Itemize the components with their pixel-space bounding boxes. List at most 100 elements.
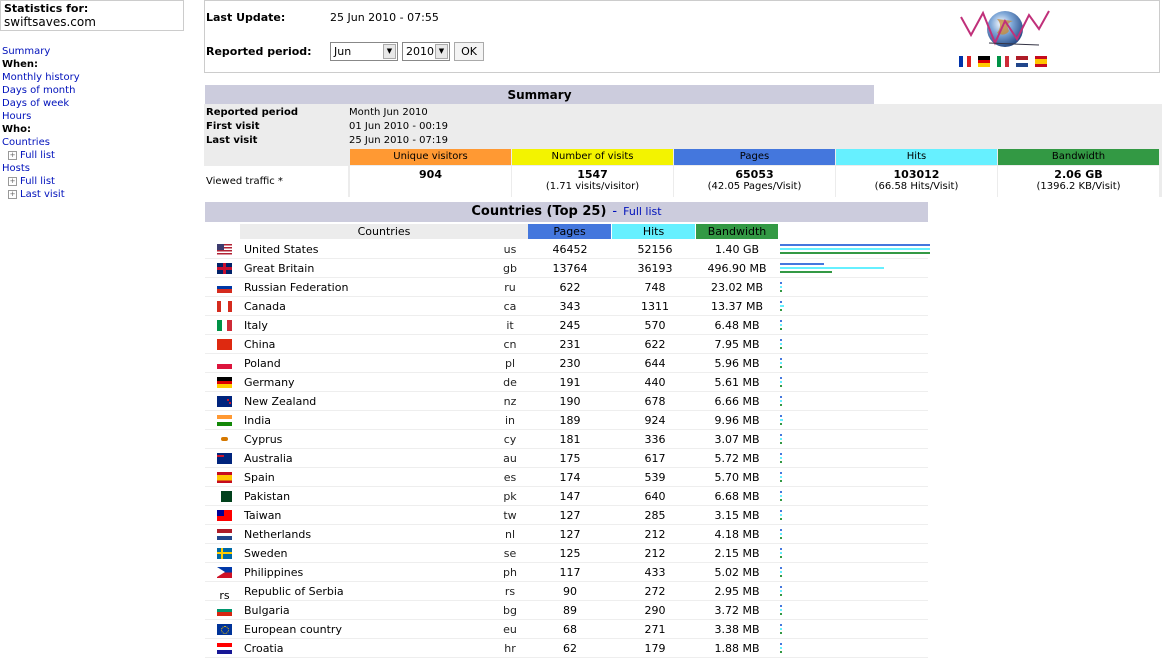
pages-value: 62: [563, 642, 577, 655]
month-select-value: Jun: [334, 45, 352, 58]
country-code: nz: [503, 395, 517, 408]
menu-link-hours[interactable]: Hours: [2, 110, 31, 123]
reported-period-row-value: Month Jun 2010: [349, 107, 428, 118]
chevron-down-icon: ▼: [435, 44, 448, 59]
pages-bar: [780, 339, 782, 341]
bandwidth-value: 5.61 MB: [714, 376, 760, 389]
es-flag-icon[interactable]: [1035, 56, 1047, 67]
summary-value-number-of-visits: 1547 (1.71 visits/visitor): [512, 166, 673, 197]
pages-bar: [780, 263, 824, 265]
menu-link-hosts[interactable]: Hosts: [2, 162, 30, 175]
year-select-value: 2010: [406, 45, 434, 58]
pages-bar: [780, 320, 782, 322]
pages-bar: [780, 472, 782, 474]
gb-flag-icon: [217, 263, 232, 274]
bandwidth-value: 5.96 MB: [714, 357, 760, 370]
hits-value: 678: [644, 395, 666, 408]
summary-value-unique-visitors: 904: [350, 166, 511, 197]
summary-ratio: (1396.2 KB/Visit): [1036, 181, 1121, 192]
pages-value: 90: [563, 585, 577, 598]
country-name: Spain: [244, 471, 275, 484]
summary-ratio: (42.05 Pages/Visit): [707, 181, 802, 192]
ok-button[interactable]: OK: [454, 42, 484, 61]
it-flag-icon[interactable]: [997, 56, 1009, 67]
pages-bar: [780, 548, 782, 550]
country-bar-group: [780, 412, 930, 429]
hits-value: 272: [644, 585, 666, 598]
site-name: swiftsaves.com: [4, 15, 96, 29]
de-flag-icon: [217, 377, 232, 388]
hits-value: 52156: [637, 243, 673, 256]
ph-flag-icon: [217, 567, 232, 578]
menu-link-full-list[interactable]: + Full list: [8, 175, 55, 188]
bandwidth-bar: [780, 461, 782, 463]
bandwidth-value: 3.15 MB: [714, 509, 760, 522]
pages-value: 189: [559, 414, 581, 427]
pages-bar: [780, 244, 930, 246]
menu-link-last-visit[interactable]: + Last visit: [8, 188, 65, 201]
summary-value-bandwidth: 2.06 GB (1396.2 KB/Visit): [998, 166, 1159, 197]
country-code: ph: [503, 566, 517, 579]
year-select[interactable]: 2010 ▼: [402, 42, 450, 61]
nl-flag-icon[interactable]: [1016, 56, 1028, 67]
hits-bar: [780, 400, 782, 402]
fr-flag-icon[interactable]: [959, 56, 971, 67]
country-name: Netherlands: [244, 528, 312, 541]
first-visit-row: First visit 01 Jun 2010 - 00:19: [206, 120, 448, 133]
country-bar-group: [780, 355, 930, 372]
de-flag-icon[interactable]: [978, 56, 990, 67]
bandwidth-value: 3.38 MB: [714, 623, 760, 636]
bandwidth-bar: [780, 404, 782, 406]
hits-bar: [780, 419, 783, 421]
country-name: Russian Federation: [244, 281, 349, 294]
bandwidth-bar: [780, 252, 930, 254]
last-visit-value: 25 Jun 2010 - 07:19: [349, 135, 448, 146]
bandwidth-bar: [780, 613, 782, 615]
month-select[interactable]: Jun ▼: [330, 42, 398, 61]
country-bar-group: [780, 260, 930, 277]
summary-ratio: (66.58 Hits/Visit): [874, 181, 959, 192]
menu-item-label: Monthly history: [2, 72, 80, 83]
hits-value: 212: [644, 528, 666, 541]
hits-bar: [780, 248, 930, 250]
country-code: bg: [503, 604, 517, 617]
hits-value: 1311: [641, 300, 669, 313]
countries-full-list-link[interactable]: Full list: [623, 205, 661, 218]
menu-link-days-of-week[interactable]: Days of week: [2, 97, 69, 110]
pages-value: 125: [559, 547, 581, 560]
menu-link-full-list[interactable]: + Full list: [8, 149, 55, 162]
bandwidth-col-header: Bandwidth: [696, 224, 778, 239]
menu-link-monthly-history[interactable]: Monthly history: [2, 71, 80, 84]
pages-bar: [780, 624, 782, 626]
ru-flag-icon: [217, 282, 232, 293]
bandwidth-bar: [780, 518, 782, 520]
country-code: it: [506, 319, 514, 332]
countries-title: Countries (Top 25): [471, 204, 607, 219]
eu-flag-icon: [217, 624, 232, 635]
table-row: Great Britain gb 13764 36193 496.90 MB: [205, 259, 928, 278]
bandwidth-bar: [780, 537, 782, 539]
bandwidth-value: 13.37 MB: [710, 300, 764, 313]
hits-value: 644: [644, 357, 666, 370]
in-flag-icon: [217, 415, 232, 426]
countries-col-header: Countries: [240, 224, 528, 239]
pages-bar: [780, 567, 782, 569]
menu-link-days-of-month[interactable]: Days of month: [2, 84, 75, 97]
pages-bar: [780, 605, 782, 607]
pages-bar: [780, 396, 782, 398]
nz-flag-icon: [217, 396, 232, 407]
menu-link-summary[interactable]: Summary: [2, 45, 50, 58]
country-code: cy: [503, 433, 517, 446]
bandwidth-value: 6.48 MB: [714, 319, 760, 332]
table-row: Taiwan tw 127 285 3.15 MB: [205, 506, 928, 525]
pages-value: 230: [559, 357, 581, 370]
es-flag-icon: [217, 472, 232, 483]
reported-period-label: Reported period:: [206, 45, 312, 58]
ca-flag-icon: [217, 301, 232, 312]
summary-number: 65053: [735, 168, 774, 181]
awstats-logo-icon[interactable]: [957, 5, 1053, 55]
bandwidth-bar: [780, 347, 782, 349]
menu-link-countries[interactable]: Countries: [2, 136, 50, 149]
country-code: au: [503, 452, 517, 465]
summary-title: Summary: [205, 85, 874, 105]
